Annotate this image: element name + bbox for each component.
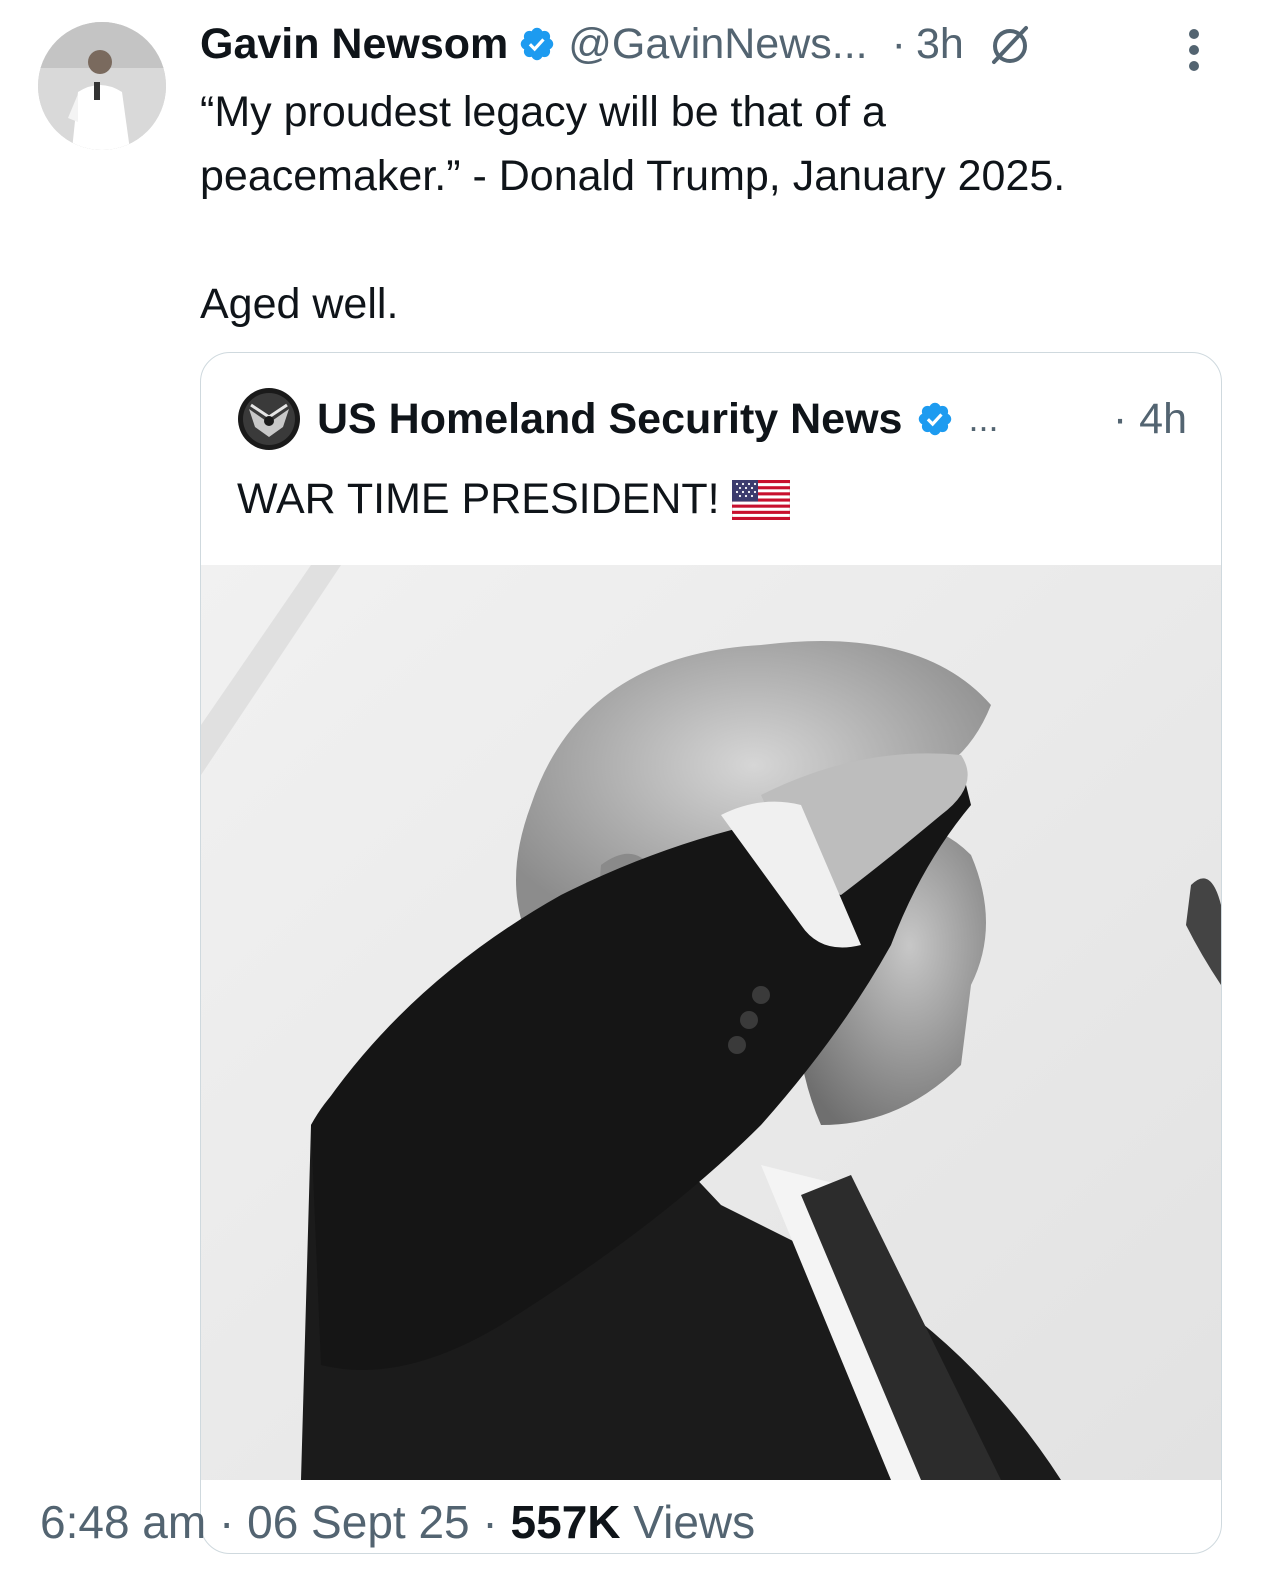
separator-dot: ·	[891, 19, 906, 68]
us-flag-emoji	[731, 479, 790, 520]
quoted-tweet[interactable]: US Homeland Security News ... · 4h WAR T…	[200, 352, 1222, 1554]
tweet-text: “My proudest legacy will be that of a pe…	[200, 88, 1066, 328]
quote-text: WAR TIME PRESIDENT!	[237, 475, 720, 523]
author-handle[interactable]: @GavinNews...	[568, 20, 867, 69]
avatar-photo	[38, 22, 166, 150]
views-label: Views	[633, 1496, 756, 1548]
grok-icon[interactable]	[986, 20, 1034, 68]
verified-badge-icon[interactable]	[916, 400, 954, 438]
quote-text-row: WAR TIME PRESIDENT!	[237, 475, 790, 524]
views-count[interactable]: 557K	[511, 1496, 621, 1548]
meta-separator: ·	[219, 1496, 235, 1548]
shield-eagle-logo[interactable]	[237, 387, 301, 451]
quote-photo[interactable]	[201, 565, 1221, 1480]
quote-handle-truncated[interactable]: ...	[968, 398, 998, 440]
verified-badge-icon[interactable]	[518, 25, 556, 63]
quote-author-name[interactable]: US Homeland Security News	[317, 395, 902, 444]
post-date[interactable]: 06 Sept 25	[247, 1496, 470, 1548]
author-avatar[interactable]	[38, 22, 166, 150]
more-options-icon[interactable]	[1186, 26, 1202, 74]
post-time[interactable]: 6:48 am	[40, 1496, 206, 1548]
quote-header: US Homeland Security News ... · 4h	[237, 387, 1187, 451]
meta-separator: ·	[482, 1496, 498, 1548]
tweet-header: Gavin Newsom @GavinNews... · 3h	[200, 14, 1250, 74]
author-name[interactable]: Gavin Newsom	[200, 20, 508, 69]
quote-time[interactable]: · 4h	[1113, 395, 1187, 444]
tweet-meta: 6:48 am · 06 Sept 25 · 557K Views	[40, 1495, 755, 1549]
tweet-time[interactable]: 3h	[916, 20, 964, 69]
